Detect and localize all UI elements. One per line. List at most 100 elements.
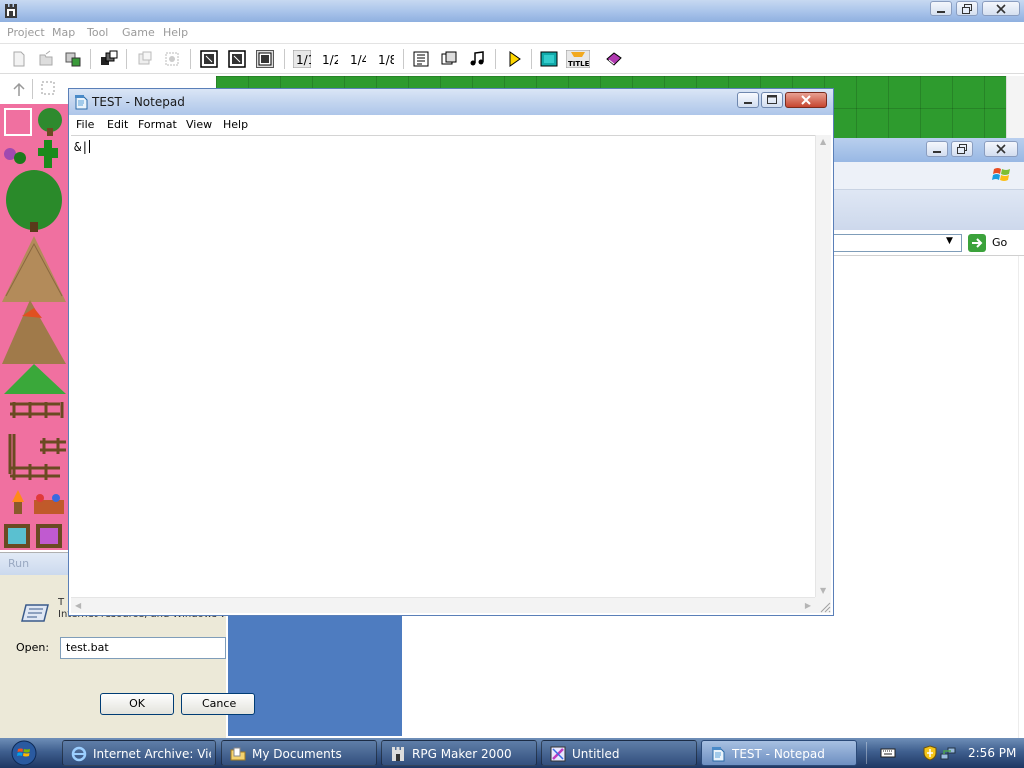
taskbar-item-untitled[interactable]: Untitled [541,740,697,766]
tray-separator [866,742,867,764]
minimize-icon [744,102,752,104]
close-icon [801,95,811,105]
menu-help[interactable]: Help [163,26,188,39]
taskbar-item-rpg-maker[interactable]: RPG Maker 2000 [381,740,537,766]
close-icon [996,3,1006,14]
notepad-vertical-scrollbar[interactable]: ▲ ▼ [815,135,831,597]
taskbar: Internet Archive: Vie... My Documents RP… [0,738,1024,768]
start-button-icon[interactable] [8,739,40,767]
notepad-minimize-button[interactable] [737,92,759,108]
explorer-edge [1018,256,1024,738]
taskbar-item-label: Internet Archive: Vie... [93,747,211,761]
rpg-maker-icon [392,747,404,761]
notepad-window: TEST - Notepad File Edit Format View Hel… [68,88,834,616]
taskbar-item-label: RPG Maker 2000 [412,747,512,761]
zoom-1-2-icon[interactable]: 1/2 [320,50,338,68]
menu-edit[interactable]: Edit [107,118,128,131]
cancel-button[interactable]: Cance [181,693,255,715]
notepad-close-button[interactable] [785,92,827,108]
menu-format[interactable]: Format [138,118,177,131]
resize-grip-icon[interactable] [815,597,831,613]
open-project-icon[interactable] [37,50,55,68]
notepad-titlebar[interactable]: TEST - Notepad [69,89,833,115]
menu-map[interactable]: Map [52,26,75,39]
undo-icon[interactable] [10,80,28,98]
explorer-commandbar [832,162,1024,190]
explorer-titlebar[interactable] [832,138,1024,162]
close-button[interactable] [982,1,1020,16]
system-clock[interactable]: 2:56 PM [968,746,1016,760]
fullscreen-icon[interactable] [540,50,558,68]
map-zoom-icon[interactable] [200,50,218,68]
database-icon[interactable] [412,50,430,68]
playtest-icon[interactable] [505,50,523,68]
zoom-1-4-icon[interactable]: 1/4 [348,50,366,68]
menu-file[interactable]: File [76,118,94,131]
network-icon[interactable] [940,745,956,761]
material-icon[interactable] [440,50,458,68]
open-input[interactable]: test.bat [60,637,226,659]
paint-icon [550,746,566,762]
chipset-icon[interactable] [136,50,154,68]
taskbar-item-internet-archive[interactable]: Internet Archive: Vie... [62,740,216,766]
notepad-horizontal-scrollbar[interactable]: ◀ ▶ [71,597,815,613]
close-project-icon[interactable] [64,50,82,68]
taskbar-item-label: My Documents [252,747,342,761]
security-shield-icon[interactable] [922,745,938,761]
music-icon[interactable] [468,50,486,68]
zoom-1-8-icon[interactable]: 1/8 [376,50,394,68]
go-button[interactable]: Go [968,234,1018,252]
event-layer-icon[interactable] [228,50,246,68]
keyboard-icon[interactable] [880,745,896,761]
draw-layer-icon[interactable] [256,50,274,68]
layer-icon[interactable] [163,50,181,68]
restore-icon [957,144,967,154]
menu-project[interactable]: Project [7,26,45,39]
new-project-icon[interactable] [10,50,28,68]
notepad-text-area[interactable]: &| [71,135,815,597]
text-caret [89,140,91,153]
cascade-icon[interactable] [100,50,118,68]
internet-explorer-icon [71,746,87,762]
taskbar-item-label: Untitled [572,747,620,761]
taskbar-item-notepad[interactable]: TEST - Notepad [701,740,857,766]
folder-icon [230,747,246,761]
svg-text:1/4: 1/4 [350,53,366,67]
address-input[interactable]: ▼ [832,234,962,252]
tileset-palette[interactable] [0,104,68,550]
scroll-right-icon[interactable]: ▶ [805,601,811,610]
zoom-1-1-icon[interactable]: 1/1 [293,50,311,68]
notepad-menubar: File Edit Format View Help [69,115,833,135]
explorer-minimize-button[interactable] [926,141,948,157]
notepad-maximize-button[interactable] [761,92,783,108]
map-scrollbar[interactable] [1006,76,1024,140]
ok-button[interactable]: OK [100,693,174,715]
explorer-restore-button[interactable] [951,141,973,157]
restore-button[interactable] [956,1,978,16]
close-icon [996,144,1006,154]
menu-help[interactable]: Help [223,118,248,131]
go-arrow-icon [968,234,986,252]
menu-view[interactable]: View [186,118,212,131]
taskbar-item-my-documents[interactable]: My Documents [221,740,377,766]
scroll-up-icon[interactable]: ▲ [820,137,826,146]
tileset-graphics [2,108,66,548]
minimize-icon [933,151,941,153]
scroll-down-icon[interactable]: ▼ [820,586,826,595]
notepad-content: &| [74,140,89,154]
select-icon[interactable] [40,80,58,98]
menu-tool[interactable]: Tool [87,26,108,39]
explorer-links-bar [832,190,1024,230]
explorer-close-button[interactable] [984,141,1018,157]
minimize-button[interactable] [930,1,952,16]
title-icon[interactable]: TITLE [566,50,590,68]
help-book-icon[interactable] [605,50,623,68]
menu-game[interactable]: Game [122,26,155,39]
notepad-title: TEST - Notepad [92,95,185,109]
scroll-left-icon[interactable]: ◀ [75,601,81,610]
chevron-down-icon[interactable]: ▼ [946,236,953,246]
maximize-icon [767,95,777,104]
explorer-address-bar: ▼ Go [832,230,1024,256]
rpgmaker-titlebar[interactable] [0,0,1024,22]
go-label: Go [992,236,1008,249]
